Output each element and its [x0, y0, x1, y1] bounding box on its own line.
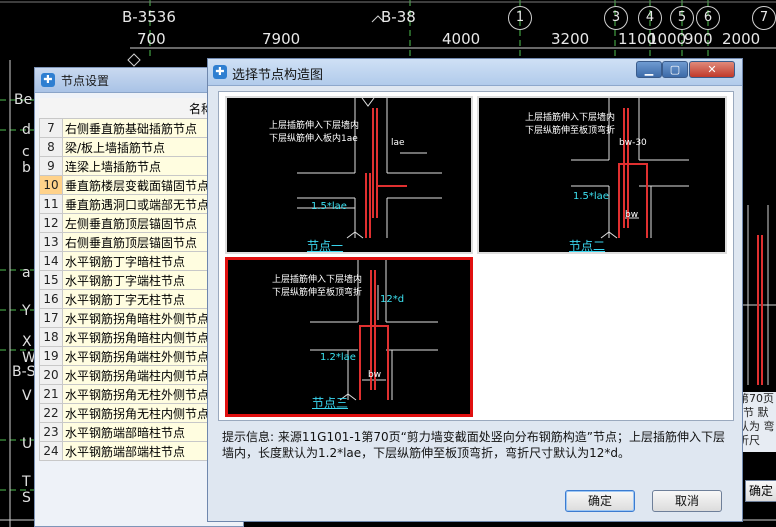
dim-3200: 3200	[551, 30, 590, 48]
left-tag-y: Y	[22, 303, 31, 319]
row-number: 8	[39, 137, 63, 157]
grid-bubble-6: 6	[696, 6, 720, 30]
dim-700: 700	[137, 30, 166, 48]
maximize-icon: ▢	[669, 63, 681, 76]
right-partial-info: 第70页 "节 默认为 弯折尺	[738, 392, 776, 452]
maximize-button[interactable]: ▢	[662, 61, 688, 78]
node-preview-panel: 上层插筋伸入下层墙内 下层纵筋伸入板内1ae lae 1.5*lae 节点一 上…	[218, 91, 734, 421]
node-three-label[interactable]: 节点三	[312, 394, 348, 411]
node-three-dim-bw: bw	[368, 370, 382, 380]
row-number: 11	[39, 194, 63, 214]
app-icon: ✚	[213, 65, 227, 79]
node-one-card[interactable]: 上层插筋伸入下层墙内 下层纵筋伸入板内1ae lae 1.5*lae 节点一	[225, 96, 473, 254]
node-two-note-line1: 上层插筋伸入下层墙内	[525, 113, 616, 123]
row-number: 15	[39, 270, 63, 290]
grid-bubble-7: 7	[752, 6, 776, 30]
left-tag-x: X	[22, 334, 32, 350]
node-one-note-line1: 上层插筋伸入下层墙内	[269, 121, 360, 131]
node-two-dim-15lae: 1.5*lae	[573, 191, 609, 202]
minimize-button[interactable]: ▁	[636, 61, 662, 78]
minimize-icon: ▁	[644, 63, 654, 76]
grid-bubble-3: 3	[604, 6, 628, 30]
node-three-dim-12lae: 1.2*lae	[320, 352, 356, 363]
row-number: 13	[39, 232, 63, 252]
row-number: 24	[39, 441, 63, 461]
left-tag-v: V	[22, 388, 32, 404]
node-three-dim-12d: 12*d	[380, 294, 405, 305]
node-two-note-line2: 下层纵筋伸至板顶弯折	[525, 126, 616, 136]
dim-2000: 2000	[722, 30, 761, 48]
node-two-label[interactable]: 节点二	[569, 237, 605, 254]
node-two-dim-bw: bw	[625, 210, 639, 220]
right-partial-window	[738, 185, 776, 505]
row-number: 14	[39, 251, 63, 271]
node-three-card[interactable]: 上层插筋伸入下层墙内 下层纵筋伸至板顶弯折 12*d 1.2*lae bw 节点…	[225, 257, 473, 417]
left-tag-t: T	[22, 474, 31, 490]
node-settings-title: 节点设置	[61, 73, 110, 88]
row-number: 9	[39, 156, 63, 176]
left-tag-s: S	[22, 490, 31, 506]
ok-button[interactable]: 确定	[565, 490, 635, 512]
row-number: 23	[39, 422, 63, 442]
info-text-block: 提示信息: 来源11G101-1第70页“剪力墙变截面处竖向分布钢筋构造”节点；…	[222, 429, 732, 461]
close-icon: ✕	[707, 63, 717, 76]
left-tag-d: d	[22, 122, 31, 138]
row-number: 17	[39, 308, 63, 328]
node-one-note-line2: 下层纵筋伸入板内1ae	[269, 134, 358, 144]
left-tag-bs: B-S	[12, 364, 36, 380]
right-ok-button[interactable]: 确定	[745, 480, 776, 502]
left-tag-b: b	[22, 160, 31, 176]
row-number: 22	[39, 403, 63, 423]
grid-bubble-1: 1	[508, 6, 532, 30]
dialog-titlebar[interactable]: ✚ 选择节点构造图 ▁ ▢ ✕	[208, 59, 742, 86]
app-icon: ✚	[41, 73, 55, 87]
left-tag-a: a	[22, 265, 31, 281]
info-label: 提示信息:	[222, 430, 275, 444]
dim-4000: 4000	[442, 30, 481, 48]
select-node-dialog: ✚ 选择节点构造图 ▁ ▢ ✕ 上层插筋伸入下层墙内 下层纵筋伸入板内1ae l…	[207, 58, 743, 522]
left-tag-be: Be	[14, 92, 33, 108]
grid-bubble-4: 4	[638, 6, 662, 30]
row-number: 12	[39, 213, 63, 233]
grid-bubble-5: 5	[670, 6, 694, 30]
dim-7900: 7900	[262, 30, 301, 48]
node-two-card[interactable]: 上层插筋伸入下层墙内 下层纵筋伸至板顶弯折 bw-30 1.5*lae bw 节…	[477, 96, 727, 254]
right-partial-drawing	[738, 205, 776, 385]
left-tag-c: c	[22, 144, 30, 160]
row-number: 16	[39, 289, 63, 309]
node-two-dim-bw30: bw-30	[619, 138, 647, 148]
cancel-button[interactable]: 取消	[652, 490, 722, 512]
close-button[interactable]: ✕	[689, 61, 735, 78]
dialog-title: 选择节点构造图	[232, 68, 324, 83]
axis-label-b3536: B-3536	[122, 8, 176, 26]
axis-label-b38: B-38	[381, 8, 416, 26]
row-number: 20	[39, 365, 63, 385]
node-three-note-line1: 上层插筋伸入下层墙内	[272, 275, 363, 285]
row-number: 18	[39, 327, 63, 347]
dim-900: 900	[684, 30, 713, 48]
dim-1000: 1000	[648, 30, 687, 48]
row-number: 21	[39, 384, 63, 404]
row-number: 19	[39, 346, 63, 366]
node-one-dim-lae: lae	[391, 138, 405, 148]
left-tag-u: U	[22, 436, 33, 452]
node-three-note-line2: 下层纵筋伸至板顶弯折	[272, 288, 363, 298]
row-number: 7	[39, 118, 63, 138]
info-message: 来源11G101-1第70页“剪力墙变截面处竖向分布钢筋构造”节点；上层插筋伸入…	[222, 430, 726, 460]
node-one-dim-15lae: 1.5*lae	[311, 201, 347, 212]
node-one-label[interactable]: 节点一	[307, 237, 343, 254]
row-number: 10	[39, 175, 63, 195]
